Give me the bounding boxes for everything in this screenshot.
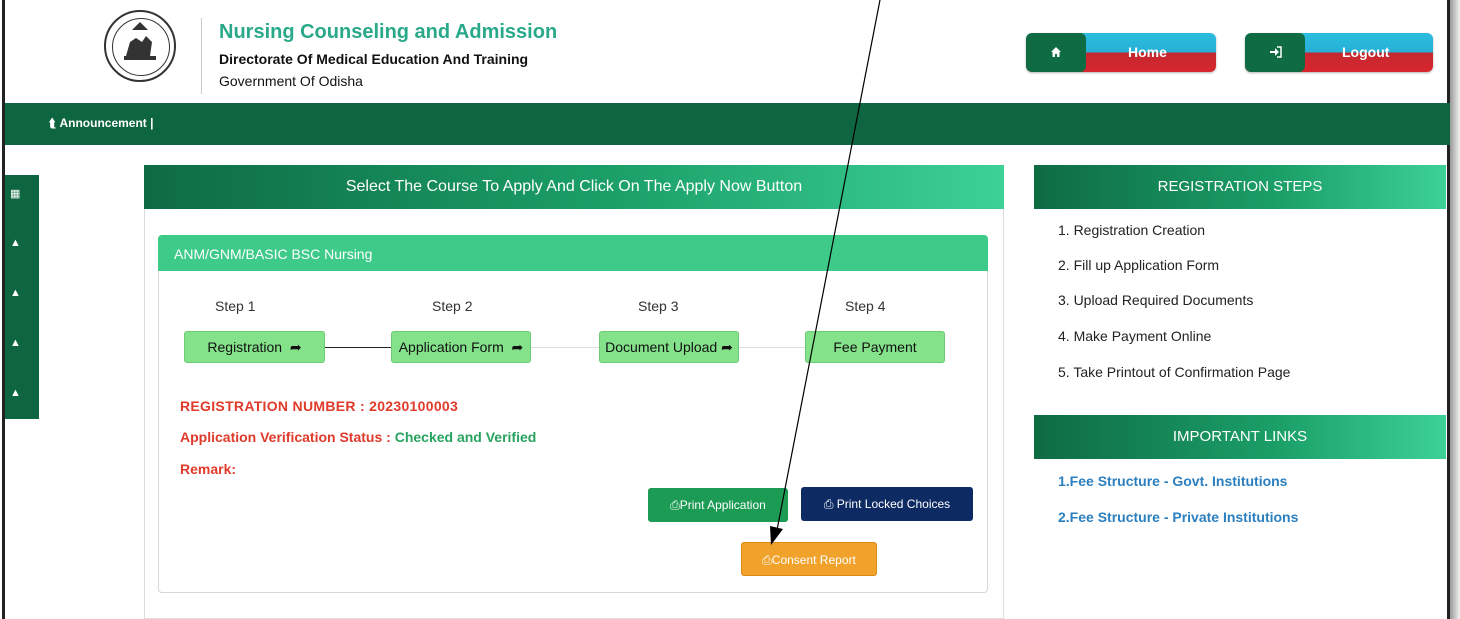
important-links-heading: IMPORTANT LINKS <box>1034 415 1446 459</box>
registration-number-value: 20230100003 <box>369 398 459 414</box>
verification-status-value: Checked and Verified <box>394 429 537 445</box>
step-document-upload-label: Document Upload <box>605 339 718 355</box>
home-button[interactable]: Home <box>1026 33 1216 72</box>
step-connector <box>739 347 806 348</box>
announcement-label: Announcement | <box>59 116 154 130</box>
step-1-label: Step 1 <box>215 298 256 314</box>
course-panel-heading: Select The Course To Apply And Click On … <box>144 165 1004 209</box>
print-icon: ⎙ <box>762 553 772 567</box>
step-application-form-button[interactable]: Application Form ➦ <box>391 331 531 363</box>
consent-report-label: Consent Report <box>771 553 856 567</box>
bullhorn-icon: ⮬ <box>49 116 60 130</box>
fee-structure-govt-link[interactable]: 1.Fee Structure - Govt. Institutions <box>1058 473 1287 489</box>
step-registration-label: Registration <box>207 339 283 355</box>
step-3-label: Step 3 <box>638 298 679 314</box>
home-icon <box>1026 33 1086 72</box>
left-icon-strip: ▦ ▲ ▲ ▲ ▲ <box>5 175 39 419</box>
step-document-upload-button[interactable]: Document Upload ➦ <box>599 331 739 363</box>
step-connector <box>325 347 392 348</box>
registration-steps-heading: REGISTRATION STEPS <box>1034 165 1446 209</box>
registration-step: 4. Make Payment Online <box>1058 328 1212 344</box>
bell-icon[interactable]: ▲ <box>10 237 21 249</box>
site-title: Nursing Counseling and Admission <box>219 21 558 43</box>
header-divider <box>201 18 202 94</box>
window-shadow <box>1450 0 1460 619</box>
print-locked-choices-button[interactable]: ⎙ Print Locked Choices <box>801 487 973 521</box>
registration-number: REGISTRATION NUMBER : 20230100003 <box>180 398 458 414</box>
step-application-form-label: Application Form <box>398 339 504 355</box>
registration-number-label: REGISTRATION NUMBER : <box>180 398 370 414</box>
grid-icon[interactable]: ▦ <box>10 187 20 200</box>
step-connector <box>531 347 599 348</box>
course-card <box>158 235 988 593</box>
consent-report-button[interactable]: ⎙Consent Report <box>741 542 877 576</box>
print-icon: ⎙ <box>823 497 837 511</box>
registration-step: 5. Take Printout of Confirmation Page <box>1058 364 1291 380</box>
step-fee-payment-button[interactable]: Fee Payment <box>805 331 945 363</box>
verification-status-label: Application Verification Status : <box>180 429 395 445</box>
directorate-name: Directorate Of Medical Education And Tra… <box>219 51 529 67</box>
print-application-button[interactable]: ⎙Print Application <box>648 488 788 522</box>
step-2-label: Step 2 <box>432 298 473 314</box>
fee-structure-private-link[interactable]: 2.Fee Structure - Private Institutions <box>1058 509 1298 525</box>
bell-icon[interactable]: ▲ <box>10 287 21 299</box>
odisha-emblem-icon <box>104 10 176 82</box>
share-icon: ➦ <box>721 339 733 355</box>
registration-step: 3. Upload Required Documents <box>1058 292 1254 308</box>
step-4-label: Step 4 <box>845 298 886 314</box>
government-name: Government Of Odisha <box>219 73 363 89</box>
step-fee-payment-label: Fee Payment <box>833 339 917 355</box>
registration-step: 2. Fill up Application Form <box>1058 257 1220 273</box>
bell-icon[interactable]: ▲ <box>10 387 21 399</box>
verification-status: Application Verification Status : Checke… <box>180 429 536 445</box>
print-icon: ⎙ <box>670 498 680 512</box>
print-locked-choices-label: Print Locked Choices <box>836 497 951 511</box>
announcement-bar: ⮬ Announcement | <box>5 103 1450 145</box>
sign-in-icon <box>1245 33 1305 72</box>
share-icon: ➦ <box>507 339 524 355</box>
announcement-link[interactable]: ⮬ Announcement | <box>49 116 154 131</box>
course-name: ANM/GNM/BASIC BSC Nursing <box>158 235 988 271</box>
logout-label: Logout <box>1342 44 1390 60</box>
home-label: Home <box>1128 44 1167 60</box>
registration-step: 1. Registration Creation <box>1058 222 1206 238</box>
bell-icon[interactable]: ▲ <box>10 337 21 349</box>
remark-label: Remark: <box>180 461 237 477</box>
logout-button[interactable]: Logout <box>1245 33 1433 72</box>
step-registration-button[interactable]: Registration ➦ <box>184 331 325 363</box>
share-icon: ➦ <box>285 339 302 355</box>
print-application-label: Print Application <box>679 498 766 512</box>
